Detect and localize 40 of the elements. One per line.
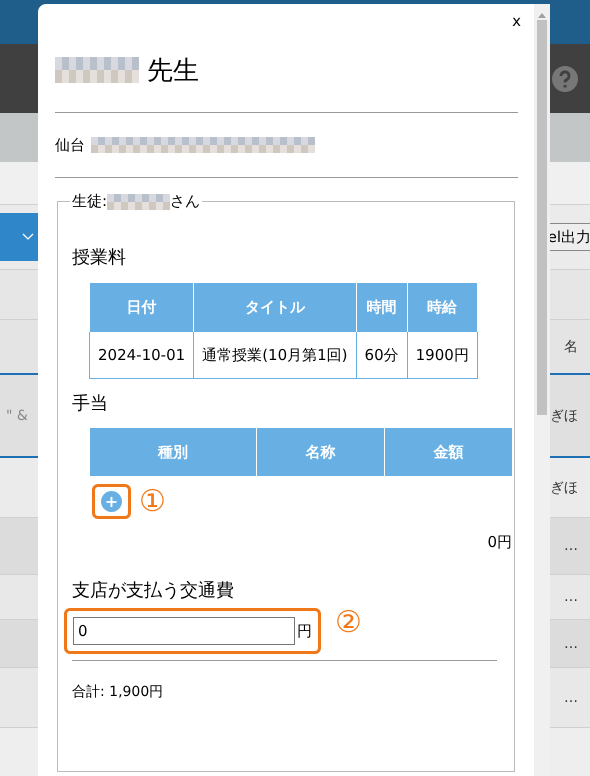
chevron-down-icon	[22, 233, 34, 241]
callout-number: ①	[139, 486, 166, 516]
table-cell: 60分	[356, 332, 408, 378]
table-cell-text: " &	[5, 408, 29, 424]
column-header: 名	[564, 338, 579, 356]
dropdown[interactable]	[0, 213, 38, 261]
column-header: 種別	[90, 428, 256, 476]
table-cell-text: …	[564, 538, 579, 554]
column-header: 日付	[90, 282, 194, 332]
table-cell-text: ぎほ	[550, 478, 579, 496]
student-label: さん	[170, 192, 200, 211]
scrollbar[interactable]	[534, 4, 550, 776]
column-header: 時間	[356, 282, 408, 332]
column-header: 金額	[384, 428, 512, 476]
close-button[interactable]: x	[512, 12, 521, 30]
help-icon[interactable]	[552, 66, 578, 92]
allowance-total: 0円	[487, 533, 512, 552]
table-cell-text: …	[564, 690, 579, 706]
table-cell: 2024-10-01	[90, 332, 194, 378]
redaction-drawing	[107, 194, 170, 210]
table-cell-text: …	[564, 636, 579, 652]
table-cell-text: ぎほ	[550, 406, 579, 424]
unit-label: 円	[297, 622, 312, 640]
student-label: 生徒:	[72, 192, 108, 211]
section-heading: 授業料	[72, 246, 127, 269]
column-header: タイトル	[194, 282, 356, 332]
callout-number: ②	[335, 608, 362, 638]
table-cell-text: …	[564, 589, 579, 605]
column-header: 名称	[256, 428, 384, 476]
scroll-thumb[interactable]	[537, 20, 547, 415]
table-cell: 通常授業(10月第1回)	[194, 332, 356, 378]
transport-input[interactable]: 0	[73, 617, 295, 645]
section-heading: 手当	[72, 392, 109, 415]
dialog-title: 先生	[147, 54, 199, 88]
scroll-up-icon[interactable]	[538, 12, 546, 18]
branch-label: 仙台	[55, 136, 85, 154]
table-cell: 1900円	[407, 332, 478, 378]
column-header: 時給	[407, 282, 478, 332]
total-label: 合計: 1,900円	[72, 683, 164, 701]
section-heading: 支店が支払う交通費	[72, 579, 235, 602]
